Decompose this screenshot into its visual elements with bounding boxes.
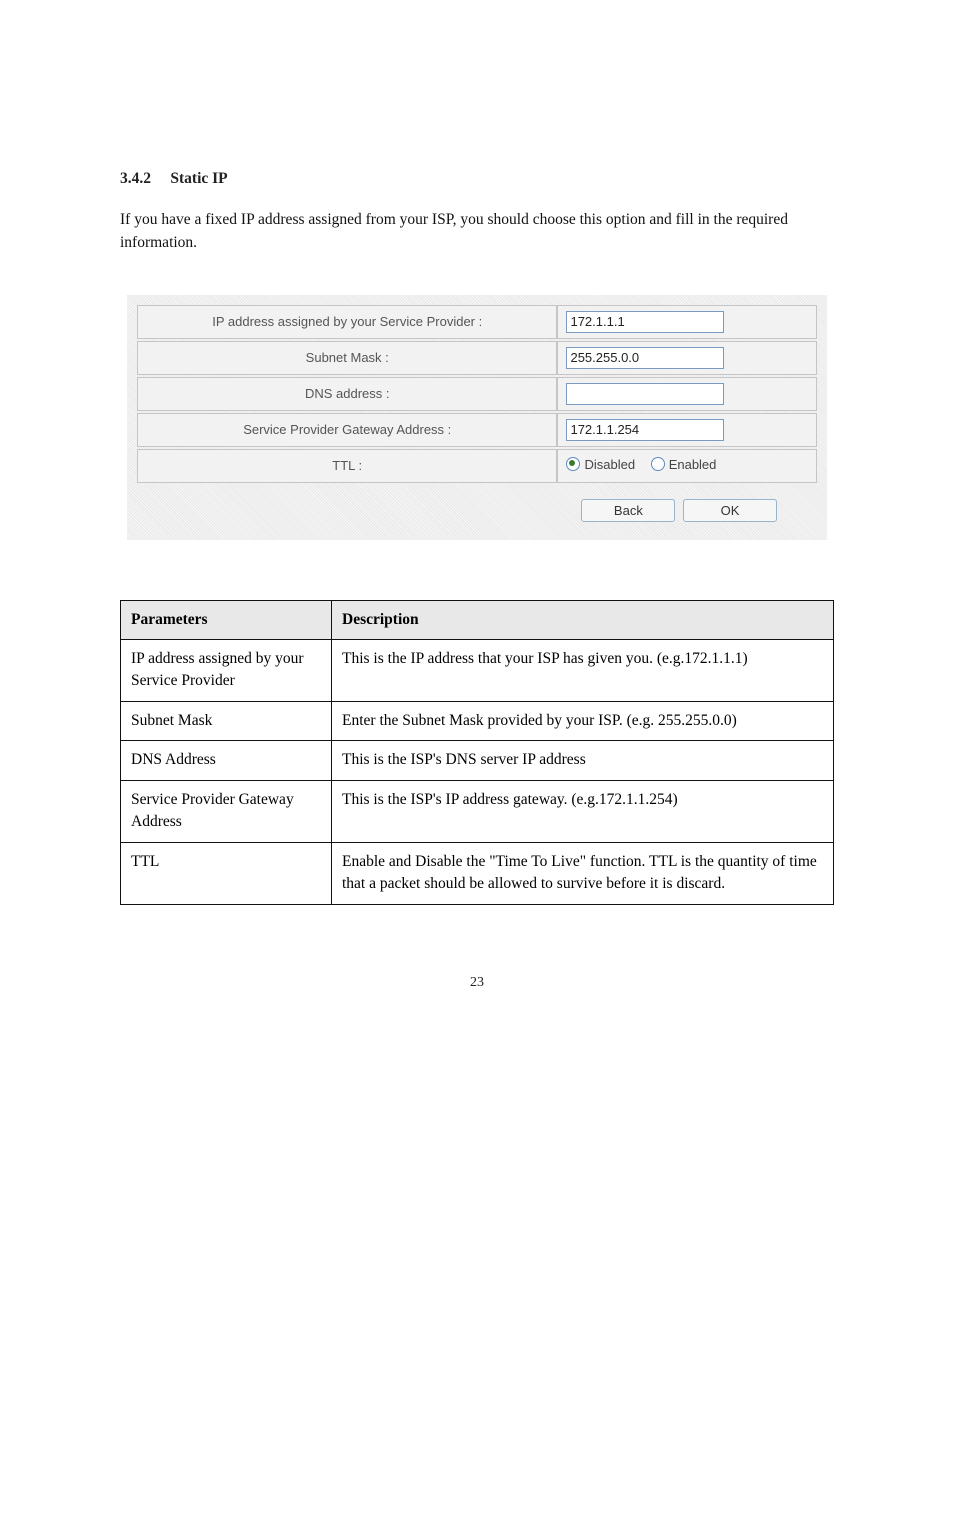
description-table: Parameters Description IP address assign… — [120, 600, 834, 905]
radio-icon — [566, 457, 580, 471]
ip-input[interactable] — [566, 311, 724, 333]
desc-param: TTL — [121, 842, 332, 904]
desc-header-description: Description — [332, 600, 834, 639]
ttl-enabled-radio[interactable]: Enabled — [651, 457, 717, 472]
row-ip: IP address assigned by your Service Prov… — [137, 305, 817, 339]
label-gateway: Service Provider Gateway Address : — [137, 413, 557, 447]
section-number: 3.4.2 — [120, 170, 151, 187]
desc-row: TTL Enable and Disable the "Time To Live… — [121, 842, 834, 904]
desc-param: DNS Address — [121, 741, 332, 780]
row-gateway: Service Provider Gateway Address : — [137, 413, 817, 447]
back-button[interactable]: Back — [581, 499, 675, 522]
ttl-disabled-label: Disabled — [584, 457, 635, 472]
desc-param: IP address assigned by your Service Prov… — [121, 639, 332, 701]
form-panel: IP address assigned by your Service Prov… — [127, 295, 827, 540]
description-table-wrap: Parameters Description IP address assign… — [120, 600, 834, 905]
desc-row: Subnet Mask Enter the Subnet Mask provid… — [121, 701, 834, 740]
desc-param: Service Provider Gateway Address — [121, 780, 332, 842]
label-subnet: Subnet Mask : — [137, 341, 557, 375]
section-heading: 3.4.2 Static IP — [120, 170, 834, 188]
desc-header-param: Parameters — [121, 600, 332, 639]
desc-row: DNS Address This is the ISP's DNS server… — [121, 741, 834, 780]
desc-row: Service Provider Gateway Address This is… — [121, 780, 834, 842]
desc-param: Subnet Mask — [121, 701, 332, 740]
dns-input[interactable] — [566, 383, 724, 405]
desc-desc: This is the IP address that your ISP has… — [332, 639, 834, 701]
label-dns: DNS address : — [137, 377, 557, 411]
label-ttl: TTL : — [137, 449, 557, 483]
intro-text: If you have a fixed IP address assigned … — [120, 208, 834, 255]
subnet-input[interactable] — [566, 347, 724, 369]
desc-row: IP address assigned by your Service Prov… — [121, 639, 834, 701]
ttl-disabled-radio[interactable]: Disabled — [566, 457, 635, 472]
desc-desc: This is the ISP's IP address gateway. (e… — [332, 780, 834, 842]
page-number: 23 — [120, 975, 834, 991]
label-ip: IP address assigned by your Service Prov… — [137, 305, 557, 339]
ttl-enabled-label: Enabled — [669, 457, 717, 472]
row-subnet: Subnet Mask : — [137, 341, 817, 375]
desc-header-row: Parameters Description — [121, 600, 834, 639]
desc-desc: This is the ISP's DNS server IP address — [332, 741, 834, 780]
desc-desc: Enable and Disable the "Time To Live" fu… — [332, 842, 834, 904]
button-row: Back OK — [137, 499, 817, 522]
row-ttl: TTL : Disabled Enabled — [137, 449, 817, 483]
form-table: IP address assigned by your Service Prov… — [137, 303, 817, 485]
ok-button[interactable]: OK — [683, 499, 777, 522]
page: 3.4.2 Static IP If you have a fixed IP a… — [0, 170, 954, 1520]
radio-icon — [651, 457, 665, 471]
form-panel-wrap: IP address assigned by your Service Prov… — [120, 295, 834, 540]
desc-desc: Enter the Subnet Mask provided by your I… — [332, 701, 834, 740]
row-dns: DNS address : — [137, 377, 817, 411]
section-title: Static IP — [170, 170, 227, 187]
gateway-input[interactable] — [566, 419, 724, 441]
